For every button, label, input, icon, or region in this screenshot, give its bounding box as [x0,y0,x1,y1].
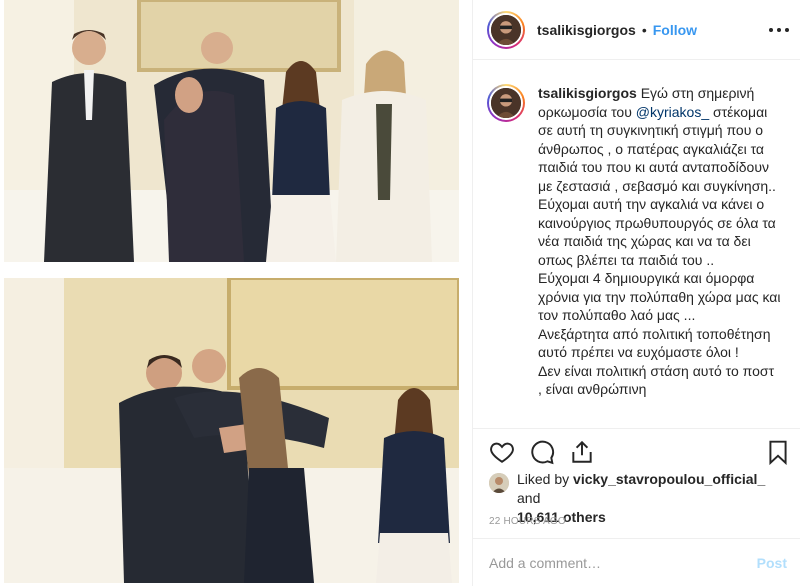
caption-avatar[interactable] [487,84,525,122]
caption-username[interactable]: tsalikisgiorgos [538,85,637,101]
comment-icon[interactable] [529,439,555,465]
author-avatar[interactable] [487,10,525,49]
caption-row: tsalikisgiorgos Εγώ στη σημερινή ορκωμοσ… [487,84,781,399]
caption-mention[interactable]: @kyriakos_ [636,104,709,120]
first-liker-link[interactable]: vicky_stavropoulou_official_ [573,471,765,487]
comment-bar: Post [473,538,800,586]
post-panel: tsalikisgiorgos • Follow tsalikisgiorgos… [472,0,800,586]
action-bar [473,428,800,474]
photo-family-hug [4,0,459,262]
profile-avatar-icon [489,12,523,47]
comment-input[interactable] [489,554,757,571]
post-media[interactable] [0,0,472,586]
post-comment-button[interactable]: Post [757,555,787,571]
likes-joiner: and [517,490,541,506]
photo-son-hug [4,278,459,583]
caption-text-part-2: στέκομαι σε αυτή τη συγκινητική στιγμή π… [538,103,781,398]
post-timestamp[interactable]: 22 HOURS AGO [489,516,566,527]
share-icon[interactable] [569,439,595,465]
liker-avatar[interactable] [489,473,509,493]
post-header: tsalikisgiorgos • Follow [473,0,800,60]
likes-prefix: Liked by [517,471,574,487]
author-username[interactable]: tsalikisgiorgos [537,22,636,38]
more-options-icon[interactable] [769,20,789,40]
heart-icon[interactable] [489,439,515,465]
bookmark-icon[interactable] [765,439,791,465]
follow-button[interactable]: Follow [653,22,697,38]
separator-dot: • [641,21,647,38]
caption-text: tsalikisgiorgos Εγώ στη σημερινή ορκωμοσ… [538,84,781,399]
profile-avatar-icon [489,86,523,120]
caption-area: tsalikisgiorgos Εγώ στη σημερινή ορκωμοσ… [473,60,800,428]
